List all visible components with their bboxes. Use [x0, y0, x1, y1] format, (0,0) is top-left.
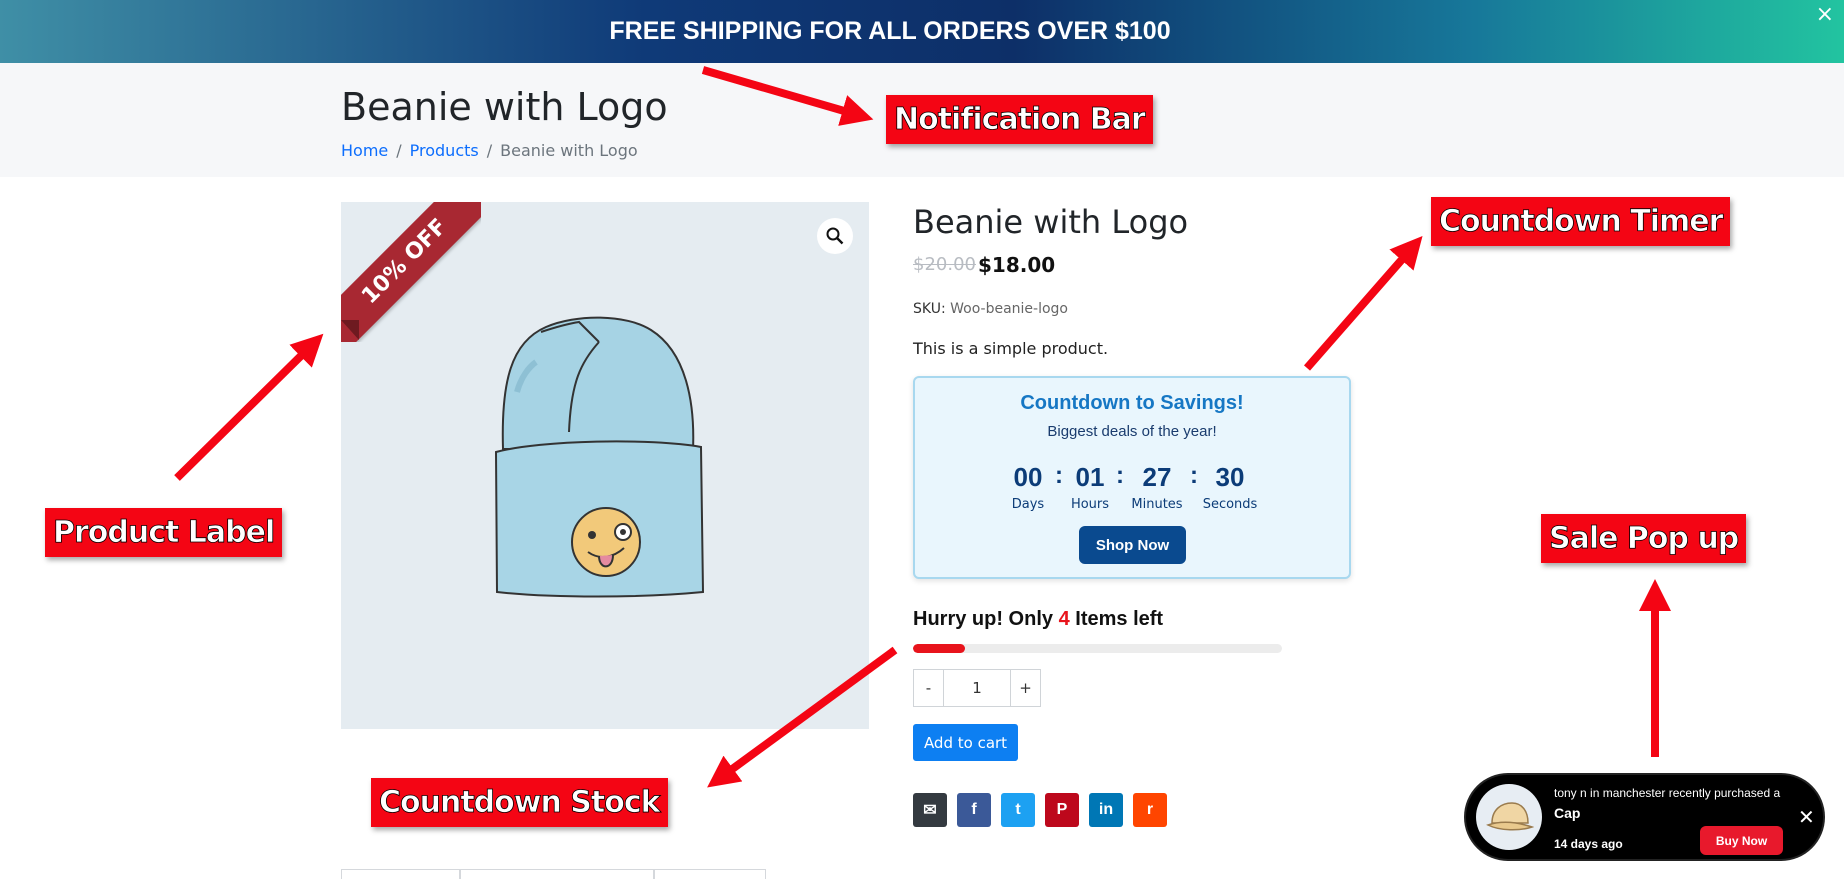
stock-count: 4	[1058, 608, 1070, 630]
reddit-share-button[interactable]: r	[1133, 793, 1167, 827]
twitter-icon: t	[1015, 801, 1021, 818]
sale-ribbon: 10% OFF	[341, 202, 481, 342]
page-title: Beanie with Logo	[341, 85, 668, 129]
breadcrumb-separator: /	[486, 141, 493, 160]
annotation-countdown-timer: Countdown Timer	[1431, 197, 1731, 246]
linkedin-icon: in	[1098, 801, 1114, 818]
pinterest-icon: P	[1056, 801, 1068, 818]
notification-bar: FREE SHIPPING FOR ALL ORDERS OVER $100 ×	[0, 0, 1844, 63]
countdown-box: Countdown to Savings! Biggest deals of t…	[913, 376, 1351, 579]
annotation-notification-bar: Notification Bar	[886, 95, 1153, 144]
quantity-increase-button[interactable]: +	[1010, 670, 1040, 706]
product-tabs	[341, 869, 766, 879]
sku: SKU: Woo-beanie-logo	[913, 301, 1068, 317]
countdown-days: 00 Days	[998, 462, 1058, 512]
annotation-countdown-stock: Countdown Stock	[371, 778, 668, 827]
notification-text: FREE SHIPPING FOR ALL ORDERS OVER $100	[609, 17, 1171, 45]
sale-popup: tony n in manchester recently purchased …	[1466, 775, 1823, 859]
cap-icon	[1486, 802, 1534, 831]
linkedin-share-button[interactable]: in	[1089, 793, 1123, 827]
sale-product-image[interactable]	[1476, 784, 1542, 850]
sku-value: Woo-beanie-logo	[950, 301, 1068, 317]
countdown-minutes-value: 27	[1142, 462, 1172, 492]
countdown-hours-value: 01	[1075, 462, 1105, 492]
countdown-separator: :	[1116, 462, 1124, 489]
stock-message: Hurry up! Only 4 Items left	[913, 608, 1163, 631]
buy-now-button[interactable]: Buy Now	[1700, 826, 1783, 855]
shop-now-button[interactable]: Shop Now	[1079, 526, 1186, 564]
sku-label: SKU:	[913, 301, 946, 317]
facebook-icon: f	[971, 801, 977, 818]
pinterest-share-button[interactable]: P	[1045, 793, 1079, 827]
product-title: Beanie with Logo	[913, 203, 1189, 241]
countdown-minutes: 27 Minutes	[1127, 462, 1187, 512]
sale-product-name[interactable]: Cap	[1554, 805, 1580, 821]
price-old: $20.00	[913, 254, 976, 275]
zoom-button[interactable]	[817, 218, 853, 254]
sale-time: 14 days ago	[1554, 837, 1623, 851]
price-new: $18.00	[978, 253, 1056, 277]
arrow-countdown-timer	[1303, 235, 1423, 371]
stock-prefix: Hurry up! Only	[913, 608, 1059, 630]
share-buttons: ✉ f t Pin r	[913, 793, 1167, 827]
reddit-icon: r	[1146, 801, 1154, 818]
breadcrumb-home-link[interactable]: Home	[341, 141, 388, 160]
ribbon-label: 10% OFF	[341, 202, 481, 342]
countdown-days-label: Days	[1011, 497, 1045, 512]
annotation-sale-popup: Sale Pop up	[1541, 514, 1747, 563]
tab-outline[interactable]	[341, 869, 460, 879]
countdown-separator: :	[1190, 462, 1198, 489]
countdown-subheading: Biggest deals of the year!	[1047, 423, 1217, 440]
email-share-button[interactable]: ✉	[913, 793, 947, 827]
countdown-seconds-label: Seconds	[1202, 497, 1258, 512]
sale-popup-close-icon[interactable]: ✕	[1798, 807, 1815, 827]
breadcrumb-products-link[interactable]: Products	[410, 141, 479, 160]
countdown-minutes-label: Minutes	[1131, 497, 1183, 512]
countdown-hours-label: Hours	[1070, 497, 1110, 512]
annotation-product-label: Product Label	[45, 508, 283, 557]
arrow-product-label	[174, 333, 324, 481]
twitter-share-button[interactable]: t	[1001, 793, 1035, 827]
quantity-decrease-button[interactable]: -	[914, 670, 944, 706]
countdown-seconds-value: 30	[1215, 462, 1245, 492]
add-to-cart-button[interactable]: Add to cart	[913, 724, 1018, 761]
stock-suffix: Items left	[1069, 608, 1164, 630]
ribbon-fold	[341, 320, 359, 340]
breadcrumb-separator: /	[396, 141, 402, 160]
breadcrumb: Home / Products / Beanie with Logo	[341, 141, 638, 160]
product-description: This is a simple product.	[913, 339, 1109, 358]
countdown-seconds: 30 Seconds	[1200, 462, 1260, 512]
stock-progress-fill	[913, 644, 965, 653]
tab-outline[interactable]	[460, 869, 654, 879]
notification-close-icon[interactable]: ×	[1816, 2, 1834, 27]
sale-message: tony n in manchester recently purchased …	[1554, 786, 1781, 800]
tab-outline[interactable]	[654, 869, 766, 879]
email-icon: ✉	[923, 802, 937, 819]
stock-progress-bar	[913, 644, 1282, 653]
facebook-share-button[interactable]: f	[957, 793, 991, 827]
countdown-heading: Countdown to Savings!	[1020, 392, 1244, 414]
magnifier-icon	[826, 227, 844, 245]
countdown-hours: 01 Hours	[1060, 462, 1120, 512]
quantity-input[interactable]	[944, 670, 1010, 706]
countdown-days-value: 00	[1013, 462, 1043, 492]
breadcrumb-current: Beanie with Logo	[500, 141, 638, 160]
quantity-stepper: - +	[913, 669, 1041, 707]
